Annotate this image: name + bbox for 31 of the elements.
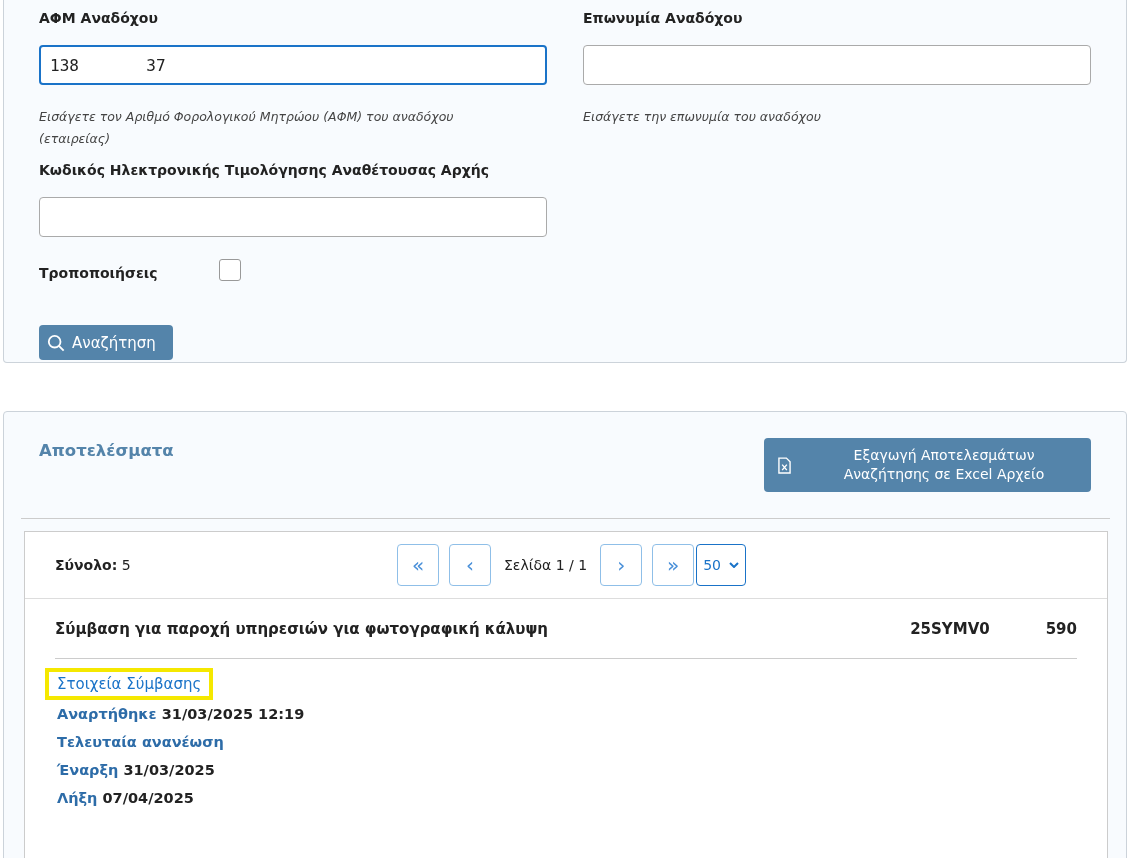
input-field[interactable] [583,45,1091,85]
contract-title: Σύμβαση για παροχή υπηρεσιών για φωτογραφική κάλυψη [55,619,549,638]
total-count: Σύνολο: 5 [55,557,131,573]
input-field[interactable] [39,197,547,237]
search-icon [47,333,65,352]
field-label: Επωνυμία Αναδόχου [583,9,744,28]
page-size-select[interactable]: 50 [696,544,747,586]
detail-line: Τελευταία ανανέωση [57,733,225,752]
last-page-button[interactable]: » [652,544,695,586]
section-title: Αποτελέσματα [39,440,174,460]
caret-icon [729,562,740,568]
field-hint: Εισάγετε τον Αριθμό Φορολογικού Μητρώου (ΑΦΜ) του αναδόχου (εταιρείας) [39,108,455,148]
first-page-button[interactable]: « [397,544,439,586]
input-field[interactable]: 138 37 [39,45,547,85]
page-indicator: Σελίδα 1 / 1 [504,557,588,573]
excel-file-icon [778,456,791,474]
field-label: Κωδικός Ηλεκτρονικής Τιμολόγησης Αναθέτουσας Αρχής [39,161,490,180]
detail-line: Έναρξη 31/03/2025 [57,761,216,780]
contract-details-link[interactable]: Στοιχεία Σύμβασης [45,668,214,700]
checkbox[interactable] [219,259,242,281]
field-label: ΑΦΜ Αναδόχου [39,9,159,28]
detail-line: Λήξη 07/04/2025 [57,789,195,808]
next-page-button[interactable]: › [600,544,643,586]
field-label: Τροποποιήσεις [39,264,158,283]
detail-line: Αναρτήθηκε 31/03/2025 12:19 [57,705,306,724]
contract-number: 590 [1045,619,1077,638]
previous-page-button[interactable]: ‹ [449,544,491,586]
contract-code: 25SYMV0 [910,619,990,638]
search-button[interactable]: Αναζήτηση [39,325,173,360]
field-hint: Εισάγετε την επωνυμία του αναδόχου [583,108,822,126]
export-button[interactable]: Εξαγωγή Αποτελεσμάτων Αναζήτησης σε Excel Αρχείο [764,438,1091,492]
